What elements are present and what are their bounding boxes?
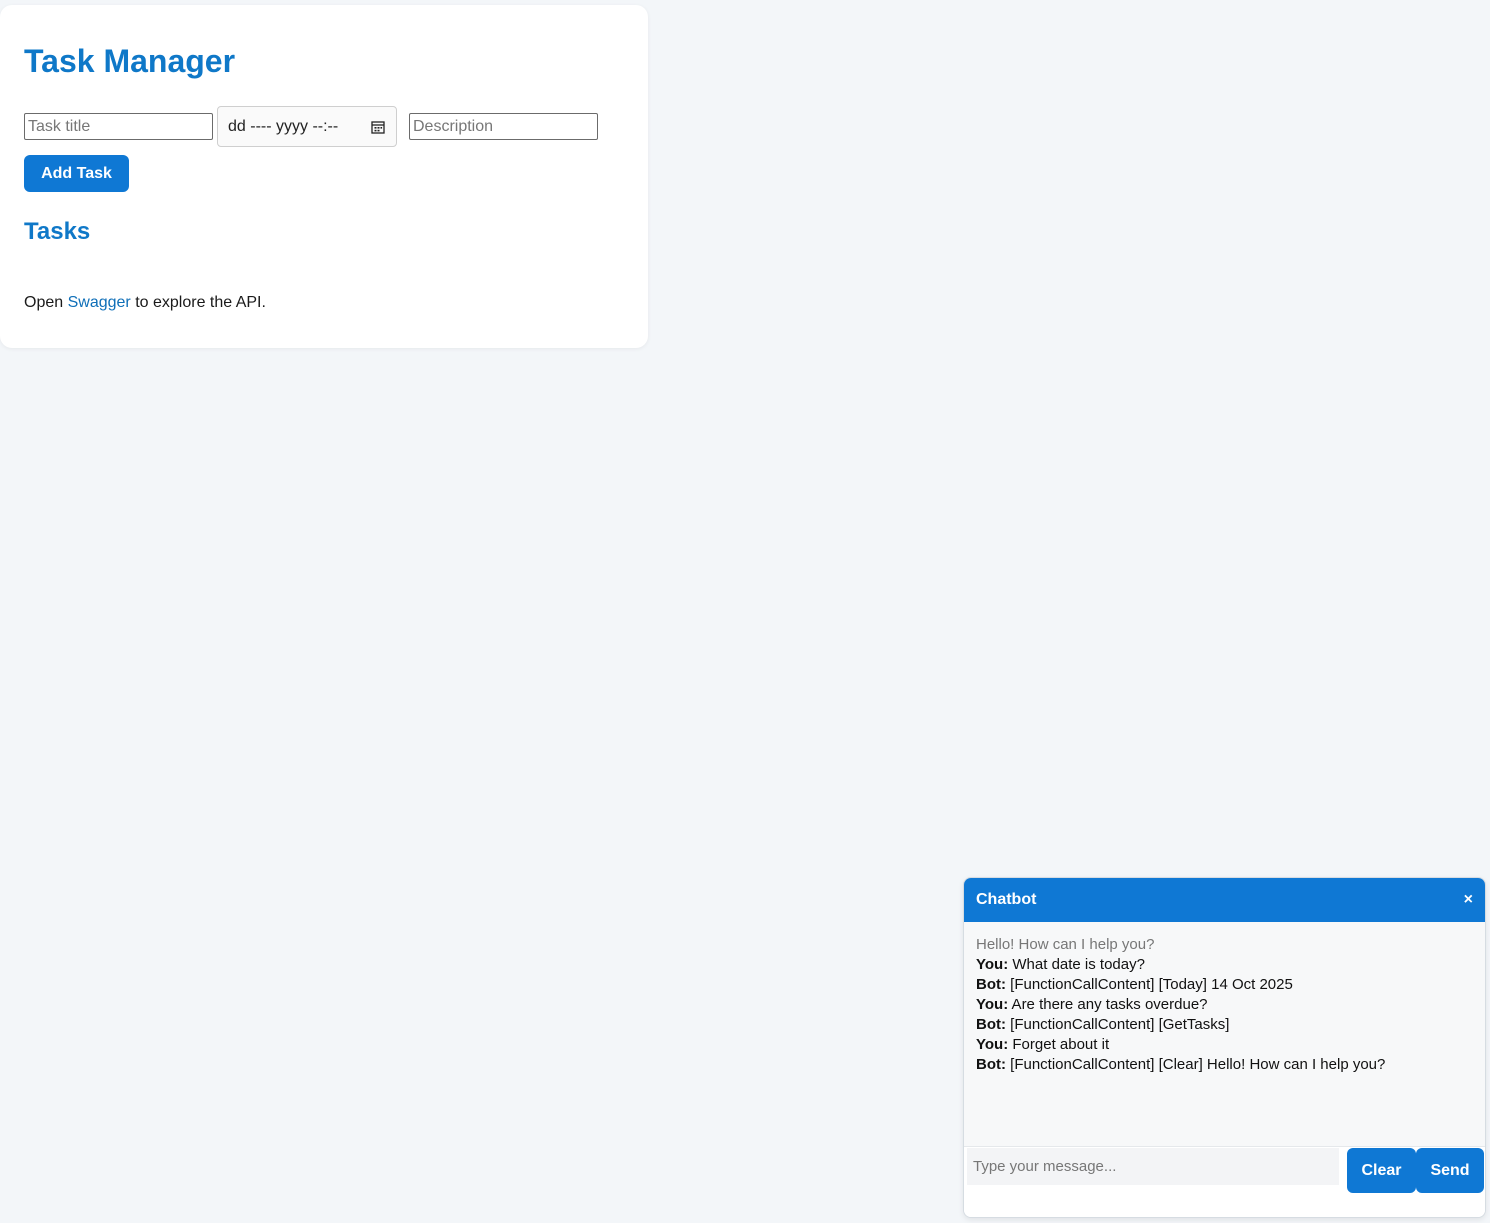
api-hint-suffix: to explore the API. [130, 294, 266, 311]
close-icon[interactable]: × [1464, 891, 1473, 909]
message-text: [FunctionCallContent] [Today] 14 Oct 202… [1006, 976, 1293, 993]
chat-message: Bot: [FunctionCallContent] [Today] 14 Oc… [976, 975, 1476, 995]
chatbot-panel: Chatbot × Hello! How can I help you? You… [963, 877, 1486, 1218]
message-speaker: Bot: [976, 1016, 1006, 1033]
chat-input-bar: Clear Send [964, 1146, 1485, 1217]
task-title-input[interactable] [24, 113, 213, 140]
chatbot-header: Chatbot × [964, 878, 1485, 922]
message-speaker: You: [976, 956, 1009, 973]
message-text: Forget about it [1008, 1036, 1110, 1053]
chat-message: You: Forget about it [976, 1035, 1476, 1055]
add-task-button[interactable]: Add Task [24, 155, 129, 192]
message-text: Are there any tasks overdue? [1008, 996, 1208, 1013]
send-button[interactable]: Send [1416, 1148, 1484, 1193]
chat-message: Bot: [FunctionCallContent] [Clear] Hello… [976, 1055, 1476, 1075]
api-hint-prefix: Open [24, 294, 68, 311]
message-speaker: You: [976, 1036, 1009, 1053]
date-placeholder: dd ---- yyyy --:-- [228, 117, 339, 135]
calendar-icon[interactable] [370, 119, 386, 135]
message-text: What date is today? [1008, 956, 1145, 973]
task-date-input[interactable]: dd ---- yyyy --:-- [217, 106, 397, 147]
message-speaker: You: [976, 996, 1009, 1013]
chat-message: You: What date is today? [976, 955, 1476, 975]
message-speaker: Bot: [976, 1056, 1006, 1073]
clear-button[interactable]: Clear [1347, 1148, 1416, 1193]
chat-greeting: Hello! How can I help you? [976, 936, 1155, 953]
chat-message: Bot: [FunctionCallContent] [GetTasks] [976, 1015, 1476, 1035]
message-text: [FunctionCallContent] [Clear] Hello! How… [1006, 1056, 1386, 1073]
chat-message: You: Are there any tasks overdue? [976, 995, 1476, 1015]
tasks-heading: Tasks [24, 218, 91, 245]
message-text: [FunctionCallContent] [GetTasks] [1006, 1016, 1230, 1033]
swagger-link[interactable]: Swagger [68, 294, 131, 311]
task-manager-card: Task Manager dd ---- yyyy --:-- Add Task… [0, 5, 648, 348]
api-hint: Open Swagger to explore the API. [24, 294, 266, 312]
chatbot-title: Chatbot [976, 891, 1037, 908]
page-title: Task Manager [24, 43, 236, 79]
chat-message-input[interactable] [967, 1148, 1339, 1185]
task-description-input[interactable] [409, 113, 598, 140]
chat-messages: Hello! How can I help you? You: What dat… [976, 935, 1476, 1075]
message-speaker: Bot: [976, 976, 1006, 993]
